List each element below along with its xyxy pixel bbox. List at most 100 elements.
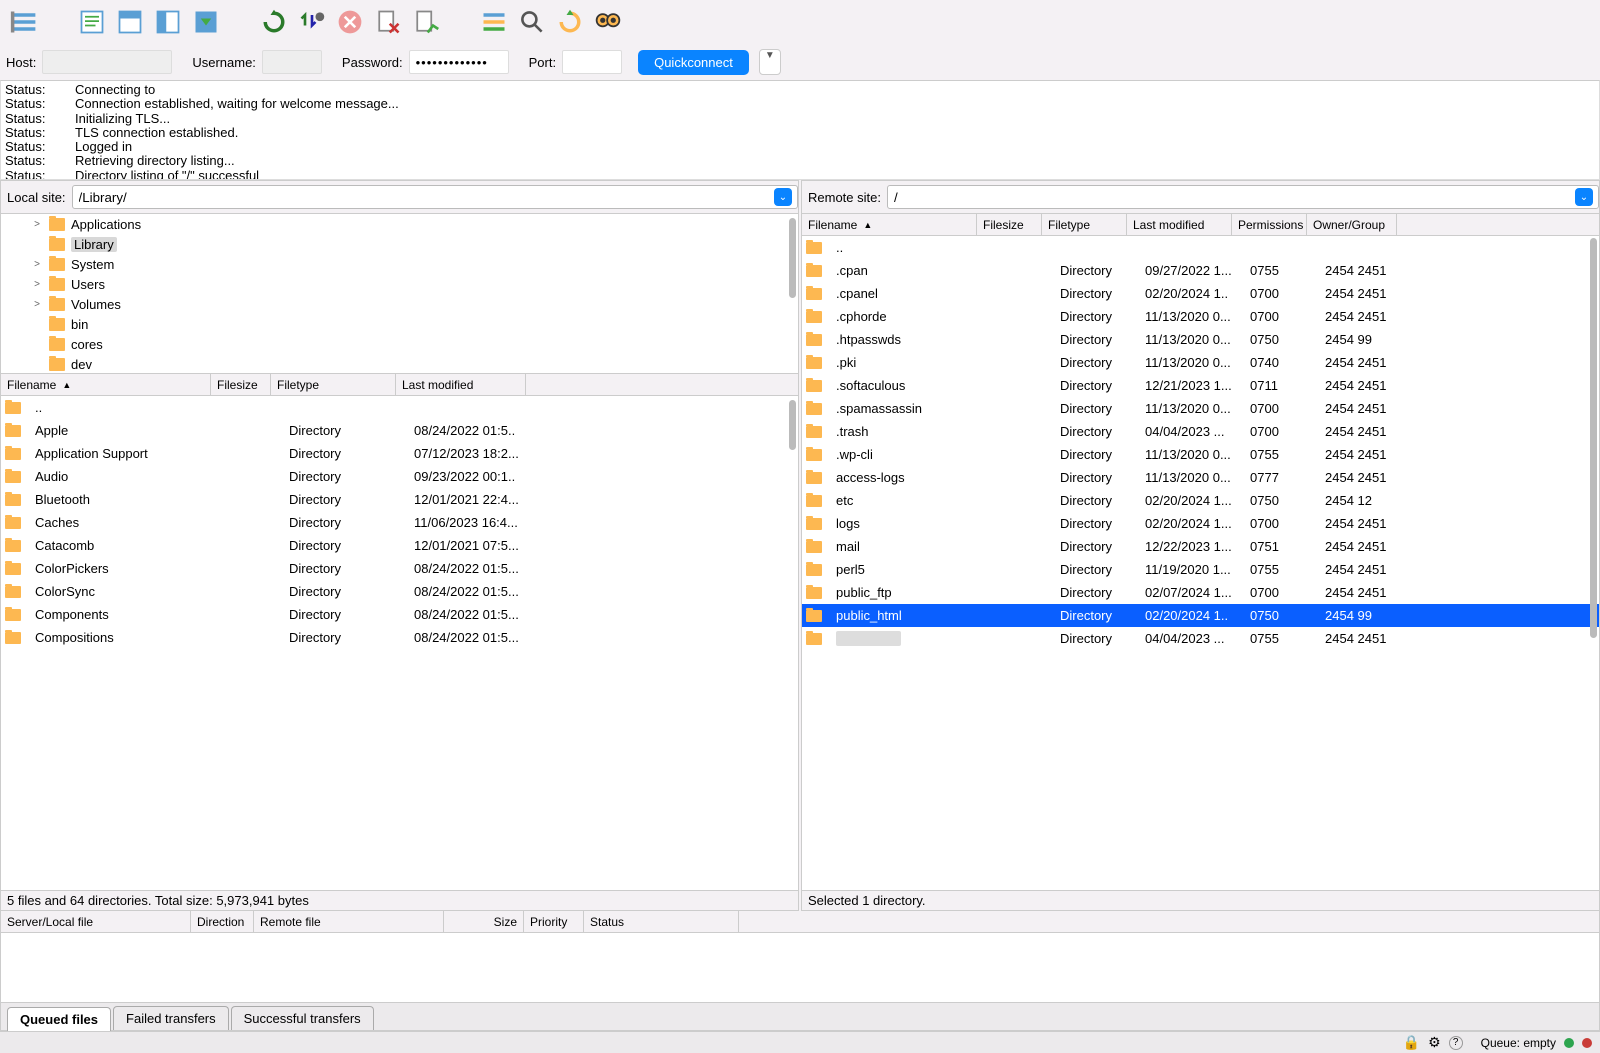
filter-button[interactable] xyxy=(478,6,510,38)
tree-item-label: Users xyxy=(71,277,105,292)
file-row[interactable]: etcDirectory02/20/2024 1...07502454 12 xyxy=(802,489,1599,512)
help-icon[interactable]: ? xyxy=(1449,1036,1463,1050)
message-log[interactable]: Status:Connecting toStatus:Connection es… xyxy=(0,80,1600,180)
quickconnect-history-button[interactable]: ▼ xyxy=(759,49,781,75)
file-row[interactable]: .cpanDirectory09/27/2022 1...07552454 24… xyxy=(802,259,1599,282)
tree-item[interactable]: >Volumes xyxy=(1,294,798,314)
sync-browse-button[interactable] xyxy=(592,6,624,38)
refresh-button[interactable] xyxy=(258,6,290,38)
disclosure-icon[interactable]: > xyxy=(31,279,43,290)
remote-path-input[interactable] xyxy=(887,185,1599,209)
tab-successful[interactable]: Successful transfers xyxy=(231,1006,374,1030)
file-row[interactable]: mailDirectory12/22/2023 1...07512454 245… xyxy=(802,535,1599,558)
disclosure-icon[interactable]: > xyxy=(31,299,43,310)
host-input[interactable] xyxy=(42,50,172,74)
col-remote-file[interactable]: Remote file xyxy=(254,911,444,932)
file-row[interactable]: .cpanelDirectory02/20/2024 1..07002454 2… xyxy=(802,282,1599,305)
col-modified[interactable]: Last modified xyxy=(1127,214,1232,235)
site-manager-button[interactable] xyxy=(8,6,40,38)
reconnect-button[interactable] xyxy=(410,6,442,38)
local-path-dropdown[interactable]: ⌄ xyxy=(774,188,792,206)
tree-item[interactable]: > Users xyxy=(1,274,798,294)
lock-icon[interactable]: 🔒 xyxy=(1403,1034,1420,1051)
col-filetype[interactable]: Filetype xyxy=(1042,214,1127,235)
file-row[interactable]: public_ftpDirectory02/07/2024 1...070024… xyxy=(802,581,1599,604)
file-row[interactable]: ColorPickersDirectory08/24/2022 01:5... xyxy=(1,557,798,580)
local-tree[interactable]: >ApplicationsLibrary>System>Users>Volume… xyxy=(1,214,798,374)
toggle-remote-tree-button[interactable] xyxy=(152,6,184,38)
settings-icon[interactable]: ⚙ xyxy=(1428,1034,1441,1051)
remote-file-list[interactable]: ...cpanDirectory09/27/2022 1...07552454 … xyxy=(802,236,1599,890)
file-row[interactable]: Directory04/04/2023 ...07552454 2451 xyxy=(802,627,1599,650)
log-message: TLS connection established. xyxy=(75,126,238,140)
scrollbar-thumb[interactable] xyxy=(789,218,796,298)
file-row[interactable]: AppleDirectory08/24/2022 01:5.. xyxy=(1,419,798,442)
toggle-log-button[interactable] xyxy=(76,6,108,38)
tree-item[interactable]: >Applications xyxy=(1,214,798,234)
file-row[interactable]: public_htmlDirectory02/20/2024 1..075024… xyxy=(802,604,1599,627)
search-button[interactable] xyxy=(516,6,548,38)
col-size[interactable]: Size xyxy=(444,911,524,932)
col-filesize[interactable]: Filesize xyxy=(977,214,1042,235)
file-row[interactable]: Application SupportDirectory07/12/2023 1… xyxy=(1,442,798,465)
file-row[interactable]: .pkiDirectory11/13/2020 0...07402454 245… xyxy=(802,351,1599,374)
disconnect-button[interactable] xyxy=(372,6,404,38)
file-row[interactable]: ColorSyncDirectory08/24/2022 01:5... xyxy=(1,580,798,603)
file-row[interactable]: ComponentsDirectory08/24/2022 01:5... xyxy=(1,603,798,626)
local-path-input[interactable] xyxy=(72,185,798,209)
process-queue-button[interactable] xyxy=(296,6,328,38)
tree-item[interactable]: Library xyxy=(1,234,798,254)
col-priority[interactable]: Priority xyxy=(524,911,584,932)
col-owner[interactable]: Owner/Group xyxy=(1307,214,1397,235)
tree-item[interactable]: bin xyxy=(1,314,798,334)
col-permissions[interactable]: Permissions xyxy=(1232,214,1307,235)
file-row[interactable]: .wp-cliDirectory11/13/2020 0...07552454 … xyxy=(802,443,1599,466)
tree-item[interactable]: cores xyxy=(1,334,798,354)
scrollbar-thumb[interactable] xyxy=(789,400,796,450)
file-row[interactable]: AudioDirectory09/23/2022 00:1.. xyxy=(1,465,798,488)
transfer-queue-list[interactable] xyxy=(0,933,1600,1003)
tab-queued[interactable]: Queued files xyxy=(7,1007,111,1031)
col-filesize[interactable]: Filesize xyxy=(211,374,271,395)
col-filename[interactable]: Filename▲ xyxy=(1,374,211,395)
quickconnect-button[interactable]: Quickconnect xyxy=(638,50,749,75)
port-input[interactable] xyxy=(562,50,622,74)
disclosure-icon[interactable]: > xyxy=(31,219,43,230)
file-row[interactable]: perl5Directory11/19/2020 1...07552454 24… xyxy=(802,558,1599,581)
cell-filename: perl5 xyxy=(830,562,989,577)
col-status[interactable]: Status xyxy=(584,911,739,932)
col-modified[interactable]: Last modified xyxy=(396,374,526,395)
file-row[interactable]: .cphordeDirectory11/13/2020 0...07002454… xyxy=(802,305,1599,328)
file-row[interactable]: CachesDirectory11/06/2023 16:4... xyxy=(1,511,798,534)
password-input[interactable] xyxy=(409,50,509,74)
file-row[interactable]: CatacombDirectory12/01/2021 07:5... xyxy=(1,534,798,557)
tree-item[interactable]: >System xyxy=(1,254,798,274)
file-row[interactable]: .. xyxy=(1,396,798,419)
file-row[interactable]: BluetoothDirectory12/01/2021 22:4... xyxy=(1,488,798,511)
local-file-list[interactable]: ..AppleDirectory08/24/2022 01:5..Applica… xyxy=(1,396,798,890)
tab-failed[interactable]: Failed transfers xyxy=(113,1006,229,1030)
folder-icon xyxy=(49,338,65,351)
col-direction[interactable]: Direction xyxy=(191,911,254,932)
file-row[interactable]: .softaculousDirectory12/21/2023 1...0711… xyxy=(802,374,1599,397)
toggle-queue-button[interactable] xyxy=(190,6,222,38)
scrollbar-thumb[interactable] xyxy=(1590,238,1597,638)
tree-item[interactable]: dev xyxy=(1,354,798,374)
col-server-local[interactable]: Server/Local file xyxy=(1,911,191,932)
file-row[interactable]: access-logsDirectory11/13/2020 0...07772… xyxy=(802,466,1599,489)
file-row[interactable]: .. xyxy=(802,236,1599,259)
col-filename[interactable]: Filename▲ xyxy=(802,214,977,235)
disclosure-icon[interactable]: > xyxy=(31,259,43,270)
username-input[interactable] xyxy=(262,50,322,74)
file-row[interactable]: CompositionsDirectory08/24/2022 01:5... xyxy=(1,626,798,649)
file-row[interactable]: .spamassassinDirectory11/13/2020 0...070… xyxy=(802,397,1599,420)
toggle-local-tree-button[interactable] xyxy=(114,6,146,38)
file-row[interactable]: logsDirectory02/20/2024 1...07002454 245… xyxy=(802,512,1599,535)
cancel-button[interactable] xyxy=(334,6,366,38)
cell-filename: public_html xyxy=(830,608,989,623)
col-filetype[interactable]: Filetype xyxy=(271,374,396,395)
remote-path-dropdown[interactable]: ⌄ xyxy=(1575,188,1593,206)
file-row[interactable]: .trashDirectory04/04/2023 ...07002454 24… xyxy=(802,420,1599,443)
compare-button[interactable] xyxy=(554,6,586,38)
file-row[interactable]: .htpasswdsDirectory11/13/2020 0...075024… xyxy=(802,328,1599,351)
